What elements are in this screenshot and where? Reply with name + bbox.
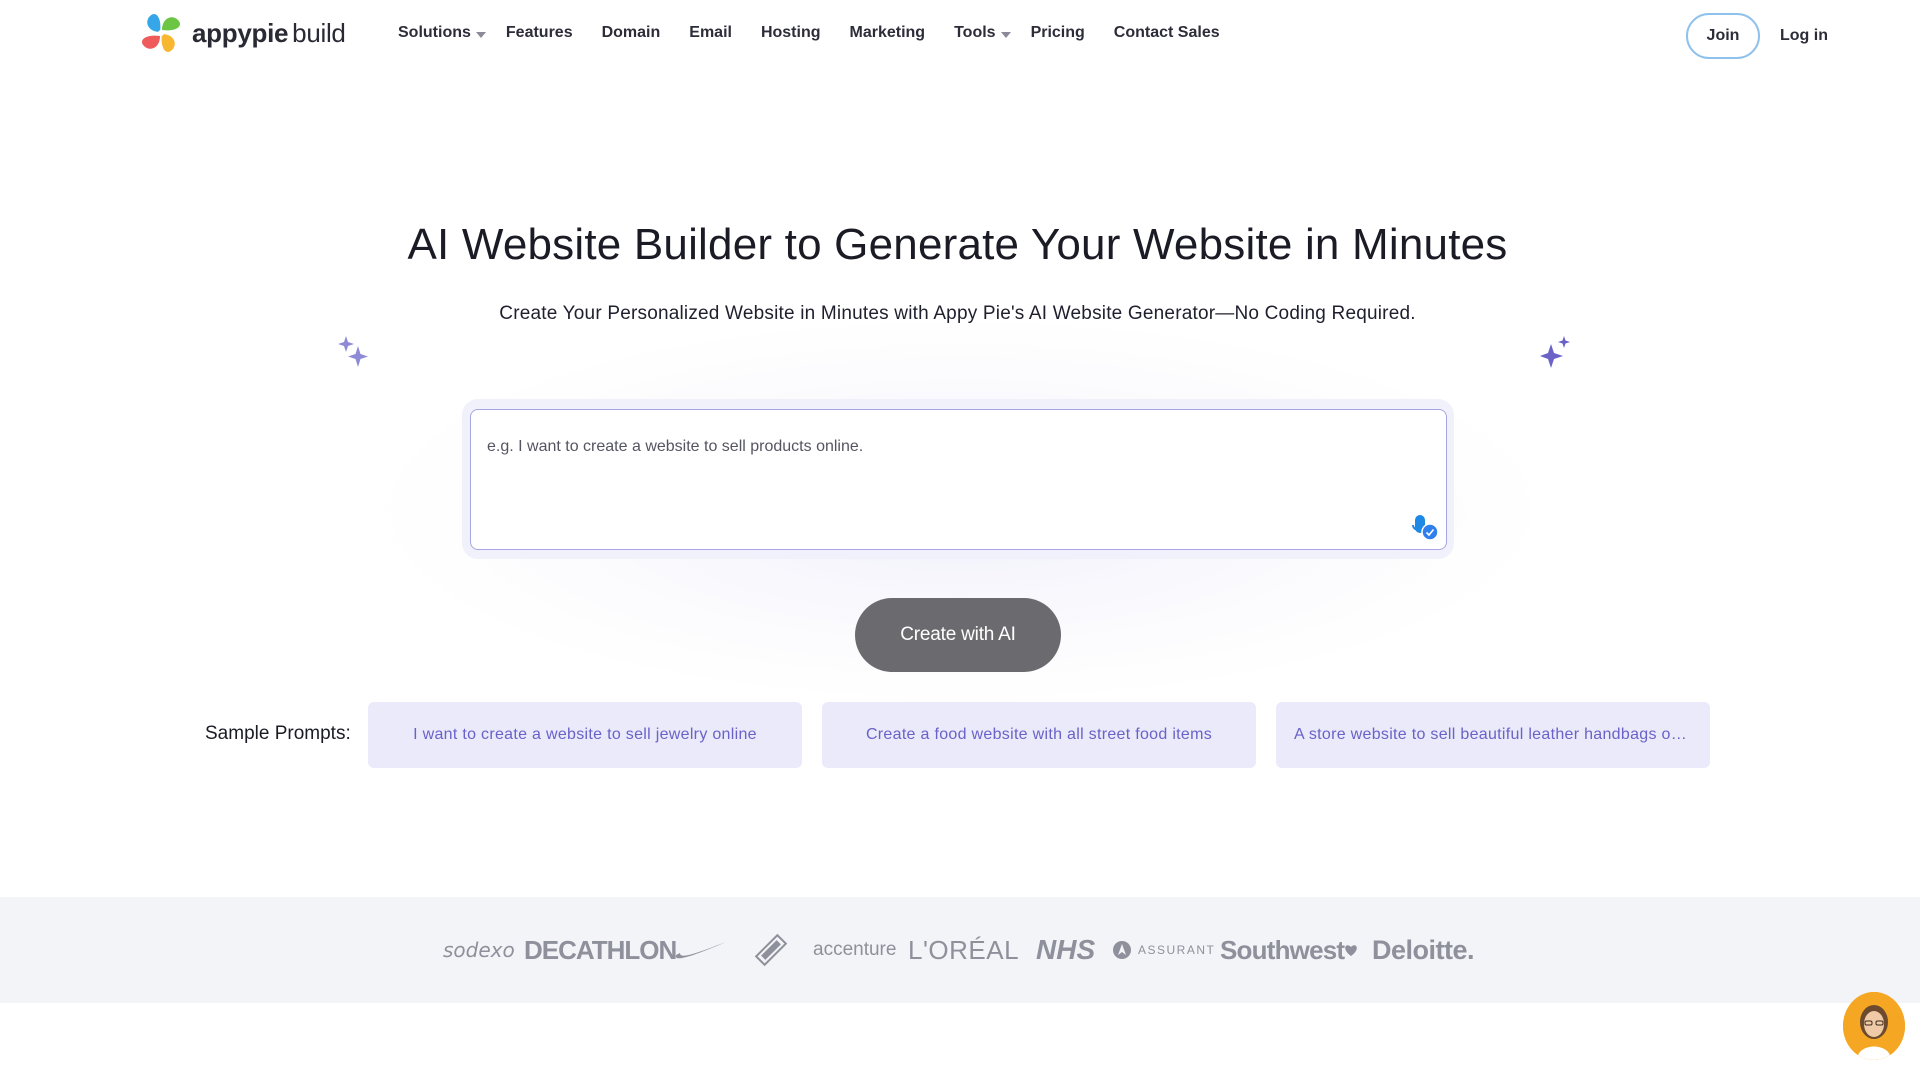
nav-marketing[interactable]: Marketing	[850, 24, 926, 42]
sparkle-icon	[1540, 336, 1570, 368]
sample-prompt-chip[interactable]: I want to create a website to sell jewel…	[368, 702, 802, 768]
nav-features[interactable]: Features	[506, 24, 573, 42]
accenture-logo: accenture	[813, 939, 897, 960]
prompt-placeholder: e.g. I want to create a website to sell …	[487, 438, 864, 455]
appypie-logo-icon	[141, 13, 181, 53]
sample-prompt-text: A store website to sell beautiful leathe…	[1294, 726, 1692, 743]
nav-pricing[interactable]: Pricing	[1031, 24, 1085, 42]
logo-wordmark-bold: appypie	[192, 17, 289, 48]
nav-domain[interactable]: Domain	[602, 24, 661, 42]
decathlon-logo: DECATHLON	[524, 934, 677, 965]
sodexo-logo: sodexo	[443, 938, 515, 962]
sample-prompt-text: I want to create a website to sell jewel…	[413, 726, 757, 743]
prompt-input[interactable]: e.g. I want to create a website to sell …	[470, 409, 1447, 550]
nav-email[interactable]: Email	[689, 24, 732, 42]
appypie-logo[interactable]: appypie build	[138, 8, 346, 58]
southwest-wordmark: Southwest	[1220, 934, 1345, 965]
logo-wordmark-light: build	[292, 17, 346, 48]
microphone-icon[interactable]	[1410, 513, 1440, 543]
hero-subtitle: Create Your Personalized Website in Minu…	[499, 303, 1416, 324]
client-logos-band: sodexo DECATHLON accenture L'ORÉAL NHS A…	[0, 897, 1920, 1003]
nav-hosting[interactable]: Hosting	[761, 24, 821, 42]
login-link[interactable]: Log in	[1780, 27, 1828, 45]
chevron-down-icon	[475, 31, 486, 38]
sample-prompt-chip[interactable]: Create a food website with all street fo…	[822, 702, 1256, 768]
nav-contact-sales[interactable]: Contact Sales	[1114, 24, 1220, 42]
nav-marketing-label: Marketing	[849, 24, 926, 41]
nav-tools[interactable]: Tools	[954, 24, 1011, 42]
home-depot-logo-icon	[754, 933, 788, 967]
sample-prompt-chip[interactable]: A store website to sell beautiful leathe…	[1276, 702, 1710, 768]
assurant-wordmark: ASSURANT	[1138, 943, 1216, 957]
home-depot-logo	[750, 897, 792, 1003]
nike-logo	[674, 897, 728, 1003]
nav-features-label: Features	[505, 24, 573, 41]
assistant-avatar-icon	[1843, 992, 1905, 1060]
assurant-emblem-icon	[1113, 941, 1131, 959]
nav-email-label: Email	[689, 24, 732, 41]
nav-hosting-label: Hosting	[760, 24, 821, 41]
nav-solutions[interactable]: Solutions	[398, 24, 486, 42]
logo-wordmark: appypie build	[192, 18, 346, 49]
hero-title: AI Website Builder to Generate Your Webs…	[407, 220, 1508, 269]
create-with-ai-button[interactable]: Create with AI	[855, 598, 1061, 672]
sample-prompts-label: Sample Prompts:	[205, 723, 351, 744]
deloitte-logo: Deloitte.	[1372, 934, 1475, 965]
loreal-logo: L'ORÉAL	[908, 934, 1020, 965]
nav-tools-label: Tools	[954, 24, 996, 41]
chevron-down-icon	[1000, 31, 1011, 38]
main-nav: Solutions Features Domain Email Hosting …	[398, 24, 1249, 42]
chat-assistant-avatar[interactable]	[1843, 992, 1905, 1060]
southwest-logo: Southwest	[1220, 897, 1358, 1003]
join-button[interactable]: Join	[1686, 13, 1760, 59]
nav-solutions-label: Solutions	[398, 24, 471, 41]
nav-domain-label: Domain	[601, 24, 661, 41]
heart-icon	[1345, 944, 1358, 956]
sparkle-icon	[338, 336, 368, 367]
nike-swoosh-icon	[675, 942, 726, 959]
nav-contact-sales-label: Contact Sales	[1113, 24, 1220, 41]
sample-prompt-text: Create a food website with all street fo…	[865, 726, 1213, 743]
nav-pricing-label: Pricing	[1030, 24, 1085, 41]
nhs-logo: NHS	[1036, 934, 1096, 965]
assurant-logo: ASSURANT	[1112, 897, 1215, 1003]
site-header: appypie build Solutions Features Domain E…	[0, 0, 1920, 72]
